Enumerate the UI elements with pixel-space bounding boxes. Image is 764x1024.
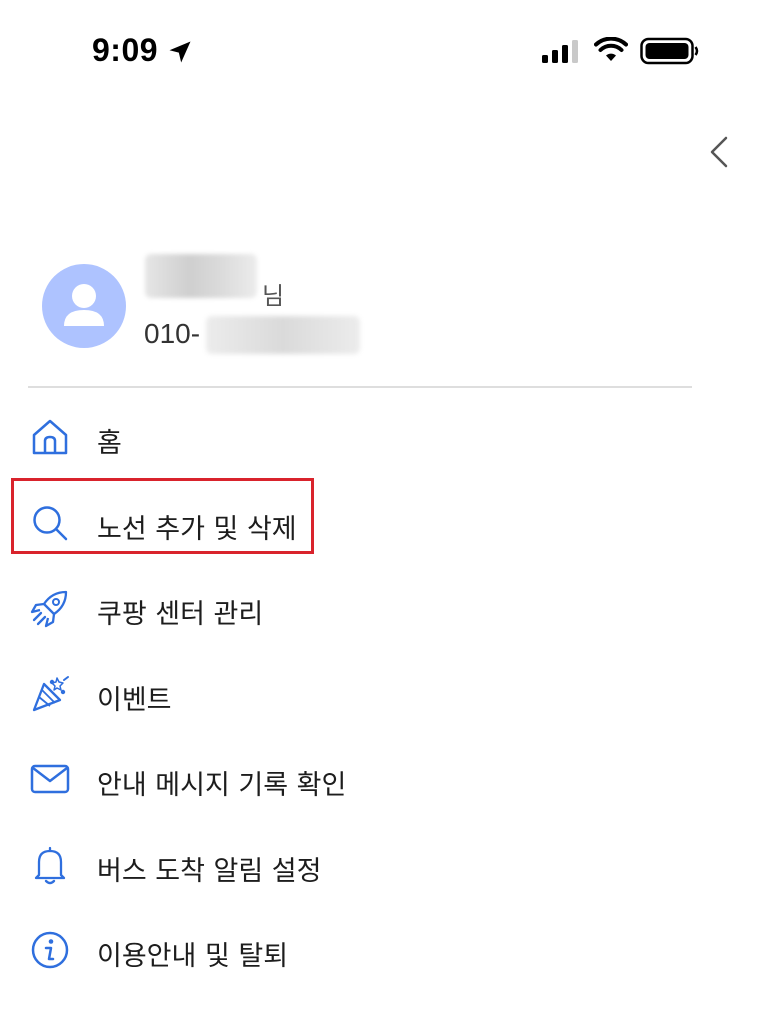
battery-icon — [640, 37, 699, 65]
status-time: 9:09 — [92, 32, 159, 68]
mail-icon — [30, 764, 70, 794]
wifi-icon — [594, 37, 628, 61]
status-bar: 9:09 — [0, 0, 764, 100]
rocket-icon — [30, 590, 68, 628]
chevron-left-icon — [710, 136, 728, 168]
avatar — [42, 264, 126, 348]
menu-item-message-history[interactable]: 안내 메시지 기록 확인 — [0, 737, 764, 823]
location-arrow-icon — [169, 41, 191, 63]
divider — [28, 386, 692, 388]
info-icon — [31, 931, 69, 969]
highlight-annotation-box — [11, 478, 314, 554]
home-icon — [32, 419, 68, 455]
user-honorific: 님 — [262, 282, 285, 310]
profile-section: 님 010- — [0, 240, 764, 370]
menu-item-label: 홈 — [97, 428, 122, 459]
bell-icon — [34, 846, 66, 885]
menu-item-event[interactable]: 이벤트 — [0, 652, 764, 738]
menu-item-label: 이용안내 및 탈퇴 — [97, 941, 289, 972]
menu-item-label: 버스 도착 알림 설정 — [97, 856, 322, 887]
menu-item-label: 쿠팡 센터 관리 — [97, 599, 264, 630]
cellular-signal-icon — [542, 40, 578, 63]
menu-item-label: 안내 메시지 기록 확인 — [97, 770, 347, 801]
close-drawer-button[interactable] — [700, 130, 740, 174]
menu-item-bus-alert[interactable]: 버스 도착 알림 설정 — [0, 823, 764, 909]
menu-item-home[interactable]: 홈 — [0, 395, 764, 481]
party-popper-icon — [32, 676, 69, 712]
user-phone-redacted — [206, 316, 360, 354]
menu-item-guide-withdraw[interactable]: 이용안내 및 탈퇴 — [0, 908, 764, 994]
user-name-redacted — [145, 254, 257, 298]
menu-item-label: 이벤트 — [97, 685, 172, 716]
user-phone-prefix: 010- — [144, 318, 201, 349]
menu-item-coupang-center[interactable]: 쿠팡 센터 관리 — [0, 566, 764, 652]
person-icon — [64, 284, 104, 326]
